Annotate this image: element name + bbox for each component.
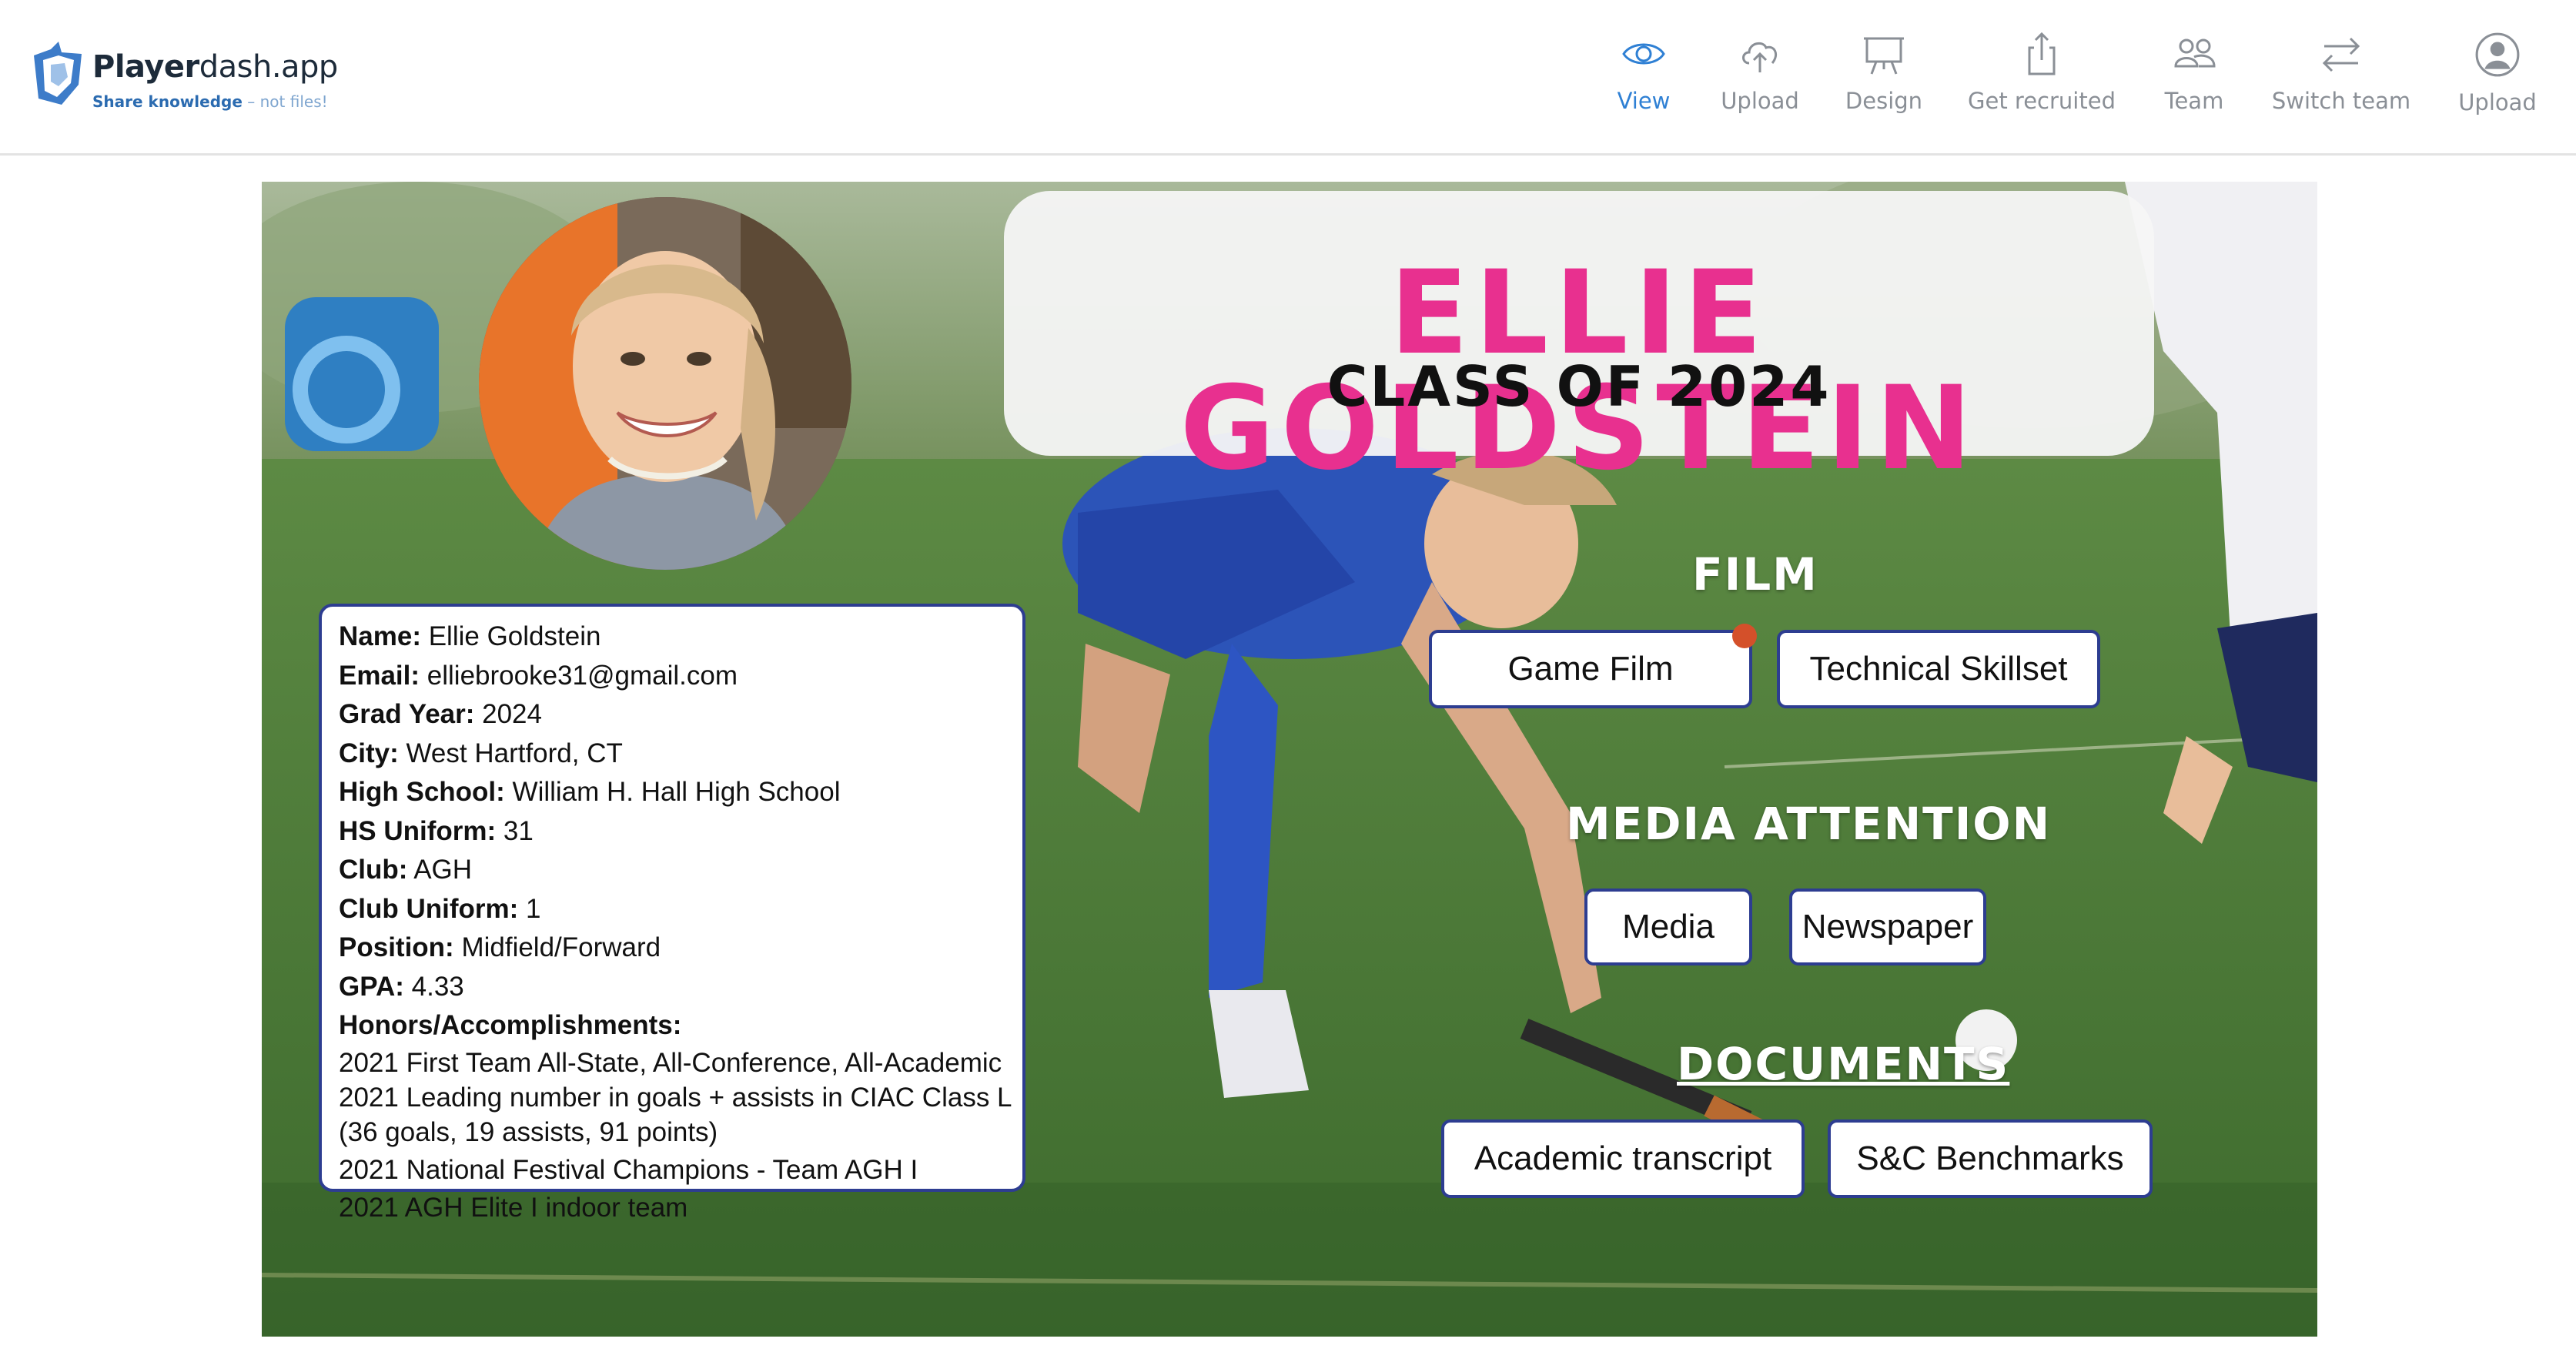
info-row-name: Name: Ellie Goldstein xyxy=(339,617,1005,657)
info-row-high-school: High School: William H. Hall High School xyxy=(339,773,1005,812)
info-label: City: xyxy=(339,738,399,768)
brand-name[interactable]: Playerdash.app xyxy=(92,49,338,85)
cloud-upload-icon xyxy=(1742,42,1777,72)
nav-view[interactable]: View xyxy=(1609,31,1678,131)
nav-team[interactable]: Team xyxy=(2156,31,2233,131)
info-value: William H. Hall High School xyxy=(504,777,841,807)
nav-label: Upload xyxy=(2458,89,2537,115)
info-value: Ellie Goldstein xyxy=(420,621,601,651)
honor-item: 2021 First Team All-State, All-Conferenc… xyxy=(339,1047,1002,1078)
swap-icon xyxy=(2322,37,2360,72)
info-row-club: Club: AGH xyxy=(339,851,1005,890)
academic-transcript-button[interactable]: Academic transcript xyxy=(1441,1119,1805,1198)
info-value: elliebrooke31@gmail.com xyxy=(420,660,738,691)
info-value: 4.33 xyxy=(403,971,464,1002)
info-label: Email: xyxy=(339,660,420,691)
player-profile-card: ELLIE GOLDSTEIN CLASS OF 2024 Name: Elli… xyxy=(262,182,2317,1337)
info-value: AGH xyxy=(407,855,473,885)
sc-benchmarks-button[interactable]: S&C Benchmarks xyxy=(1828,1119,2153,1198)
tagline-bold: Share knowledge xyxy=(92,92,243,111)
nav-label: Design xyxy=(1845,88,1923,114)
media-attention-heading: MEDIA ATTENTION xyxy=(1566,798,2052,850)
honors-label: Honors/Accomplishments: xyxy=(339,1010,682,1040)
nav-label: Get recruited xyxy=(1968,88,2116,114)
easel-icon xyxy=(1864,37,1904,75)
documents-heading: DOCUMENTS xyxy=(1677,1038,2010,1090)
brand-tagline: Share knowledge – not files! xyxy=(92,92,328,111)
info-row-city: City: West Hartford, CT xyxy=(339,735,1005,774)
eye-icon xyxy=(1622,43,1665,65)
media-button[interactable]: Media xyxy=(1584,889,1752,965)
share-icon xyxy=(2028,32,2056,75)
brand-name-rest: dash.app xyxy=(199,49,339,85)
notification-dot xyxy=(1732,624,1757,648)
info-row-email: Email: elliebrooke31@gmail.com xyxy=(339,657,1005,696)
info-label: High School: xyxy=(339,777,505,807)
honor-item: 2021 National Festival Champions - Team … xyxy=(339,1154,918,1185)
info-value: 31 xyxy=(496,815,534,846)
honor-item: (36 goals, 19 assists, 91 points) xyxy=(339,1116,718,1147)
nav-get-recruited[interactable]: Get recruited xyxy=(1965,31,2119,131)
player-info-panel: Name: Ellie Goldstein Email: elliebrooke… xyxy=(319,604,1025,1223)
class-year-title: CLASS OF 2024 xyxy=(1326,354,1832,419)
info-value: 2024 xyxy=(474,699,542,729)
info-label: Grad Year: xyxy=(339,699,475,729)
game-film-button[interactable]: Game Film xyxy=(1429,630,1752,708)
brand-name-bold: Player xyxy=(92,49,199,85)
tagline-light: – not files! xyxy=(242,92,328,111)
nav-account-upload[interactable]: Upload xyxy=(2451,31,2544,131)
player-photo-image xyxy=(479,197,851,570)
honor-item: 2021 Leading number in goals + assists i… xyxy=(339,1082,1012,1113)
nav-switch-team[interactable]: Switch team xyxy=(2268,31,2414,131)
info-row-position: Position: Midfield/Forward xyxy=(339,929,1005,968)
newspaper-button[interactable]: Newspaper xyxy=(1789,889,1986,965)
nav-label: Switch team xyxy=(2271,88,2411,114)
nav-label: Upload xyxy=(1721,88,1799,114)
info-label: Club Uniform: xyxy=(339,893,519,924)
info-row-hs-uniform: HS Uniform: 31 xyxy=(339,812,1005,852)
info-value: West Hartford, CT xyxy=(398,738,623,768)
player-title-banner: ELLIE GOLDSTEIN CLASS OF 2024 xyxy=(1004,191,2154,487)
nav-design[interactable]: Design xyxy=(1842,31,1926,131)
film-heading: FILM xyxy=(1692,548,1818,601)
app-header: Playerdash.app Share knowledge – not fil… xyxy=(0,0,2576,156)
info-row-club-uniform: Club Uniform: 1 xyxy=(339,890,1005,929)
info-label: Club: xyxy=(339,855,408,885)
playerdash-logo-icon[interactable] xyxy=(28,38,94,108)
info-row-gpa: GPA: 4.33 xyxy=(339,968,1005,1007)
honor-item: 2021 AGH Elite I indoor team xyxy=(339,1192,688,1223)
user-circle-icon xyxy=(2475,32,2520,77)
nav-label: Team xyxy=(2164,88,2224,114)
info-label: Name: xyxy=(339,621,421,651)
info-row-grad-year: Grad Year: 2024 xyxy=(339,695,1005,735)
info-label: Position: xyxy=(339,932,454,962)
info-label: GPA: xyxy=(339,971,404,1002)
team-icon xyxy=(2174,38,2216,68)
player-photo xyxy=(479,197,851,570)
info-label: HS Uniform: xyxy=(339,815,497,846)
technical-skillset-button[interactable]: Technical Skillset xyxy=(1777,630,2100,708)
nav-upload[interactable]: Upload xyxy=(1714,31,1806,131)
nav-label: View xyxy=(1617,88,1671,114)
info-value: Midfield/Forward xyxy=(453,932,661,962)
info-value: 1 xyxy=(518,893,541,924)
